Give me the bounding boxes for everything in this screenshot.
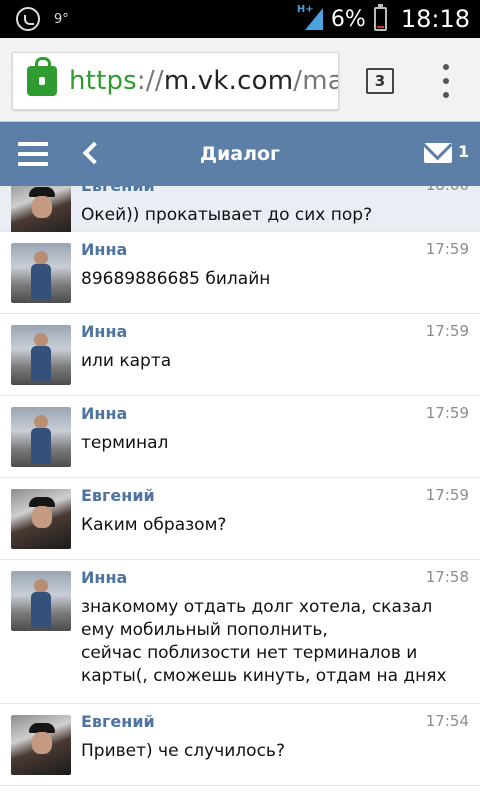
avatar[interactable]	[11, 715, 71, 775]
avatar[interactable]	[11, 489, 71, 549]
message-time: 18:00	[426, 186, 469, 194]
browser-toolbar: https://m.vk.com/mai 3	[0, 38, 480, 122]
message-item[interactable]: Евгений 17:59 Каким образом?	[0, 478, 480, 560]
message-item[interactable]: Инна 17:59 89689886685 билайн	[0, 232, 480, 314]
signal-icon: H+	[297, 4, 323, 32]
message-author[interactable]: Евгений	[81, 486, 155, 505]
address-bar[interactable]: https://m.vk.com/mai	[12, 52, 339, 110]
message-time: 17:54	[425, 712, 469, 730]
message-author[interactable]: Инна	[81, 404, 127, 423]
status-bar: 9° H+ 6% 18:18	[0, 0, 480, 38]
page-title: Диалог	[200, 143, 280, 165]
url-scheme: https	[69, 66, 137, 96]
message-author[interactable]: Евгений	[81, 186, 155, 195]
message-author[interactable]: Инна	[81, 240, 127, 259]
mail-icon[interactable]	[424, 143, 452, 163]
message-item[interactable]: Евгений 17:54 Привет) че случилось?	[0, 704, 480, 786]
back-arrow-icon[interactable]	[80, 143, 100, 163]
url-path: /mai	[293, 66, 338, 96]
message-author[interactable]: Инна	[81, 568, 127, 587]
message-text: терминал	[81, 433, 169, 453]
message-time: 17:59	[425, 486, 469, 504]
whatsapp-icon	[16, 7, 40, 31]
url-text: https://m.vk.com/mai	[69, 66, 338, 96]
message-time: 17:59	[425, 240, 469, 258]
hamburger-menu-icon[interactable]	[18, 142, 48, 166]
battery-icon	[373, 4, 387, 31]
message-author[interactable]: Инна	[81, 322, 127, 341]
battery-percent: 6%	[330, 6, 366, 32]
url-host: m.vk.com	[163, 66, 294, 96]
tabs-button[interactable]: 3	[366, 68, 394, 94]
message-time: 17:59	[425, 322, 469, 340]
url-separator: ://	[136, 66, 164, 96]
avatar[interactable]	[11, 571, 71, 631]
message-time: 17:59	[425, 404, 469, 422]
message-time: 17:58	[425, 568, 469, 586]
overflow-menu-icon[interactable]	[436, 64, 456, 98]
lock-icon	[27, 57, 57, 96]
message-item[interactable]: Инна 17:59 или карта	[0, 314, 480, 396]
message-item[interactable]: Инна 17:59 терминал	[0, 396, 480, 478]
message-author[interactable]: Евгений	[81, 712, 155, 731]
message-text: знакомому отдать долг хотела, сказал ему…	[81, 597, 447, 686]
app-header: Диалог 1	[0, 122, 480, 186]
mail-count-badge[interactable]: 1	[458, 142, 469, 161]
message-text: 89689886685 билайн	[81, 269, 271, 289]
clock: 18:18	[400, 5, 470, 33]
temperature: 9°	[54, 11, 69, 27]
message-list[interactable]: Евгений 18:00 Окей)) прокатывает до сих …	[0, 186, 480, 800]
avatar[interactable]	[11, 325, 71, 385]
message-item[interactable]: Инна 17:58 знакомому отдать долг хотела,…	[0, 560, 480, 704]
avatar[interactable]	[11, 243, 71, 303]
message-item[interactable]: Евгений 18:00 Окей)) прокатывает до сих …	[0, 186, 480, 239]
message-text: или карта	[81, 351, 172, 371]
avatar[interactable]	[11, 407, 71, 467]
